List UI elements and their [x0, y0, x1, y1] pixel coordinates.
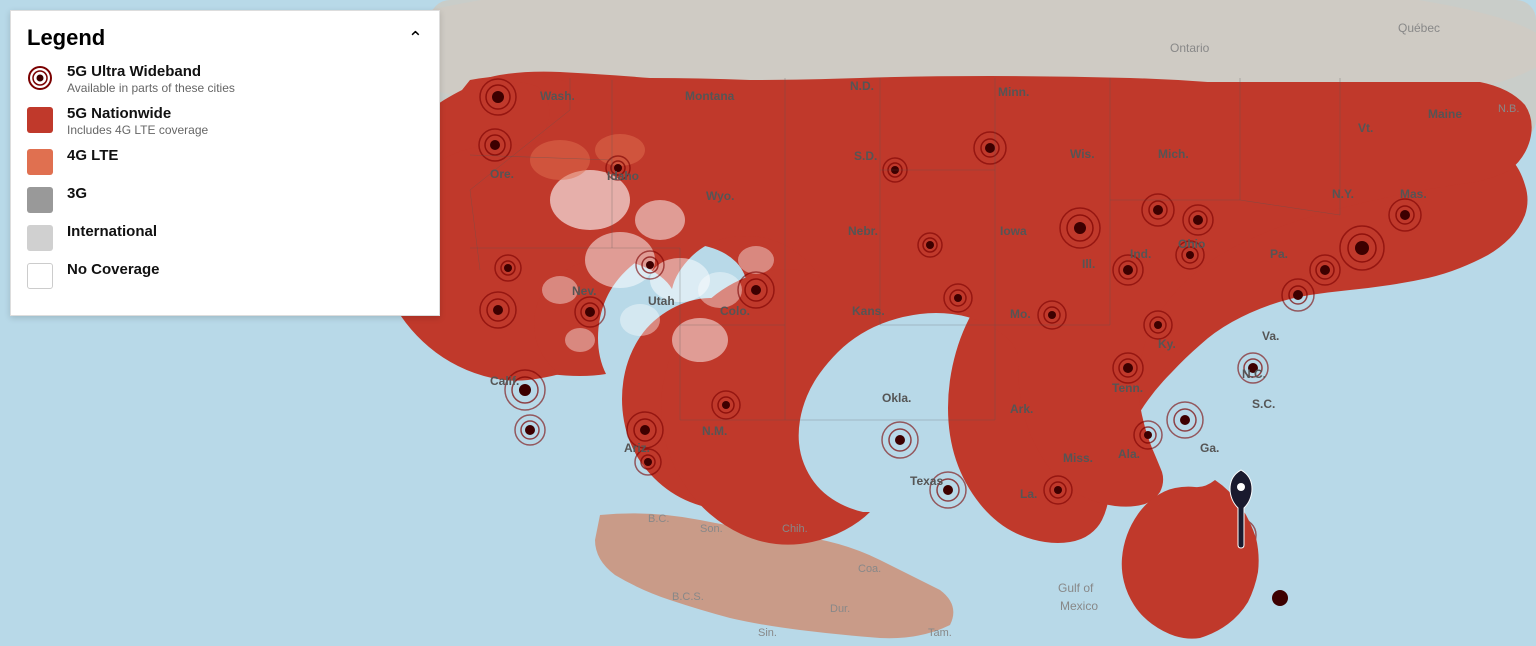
svg-text:Calif.: Calif. — [490, 374, 519, 388]
legend-label-intl: International — [67, 223, 157, 240]
svg-text:Coa.: Coa. — [858, 563, 881, 575]
svg-text:N.C.: N.C. — [1242, 367, 1266, 381]
svg-text:Tam.: Tam. — [928, 627, 952, 639]
legend-swatch-3g — [27, 187, 53, 213]
legend-swatch-intl — [27, 225, 53, 251]
svg-text:Québec: Québec — [1398, 21, 1440, 35]
svg-text:Mas.: Mas. — [1400, 187, 1427, 201]
svg-text:S.C.: S.C. — [1252, 397, 1275, 411]
legend-text-4glte: 4G LTE — [67, 147, 118, 164]
svg-text:Miss.: Miss. — [1063, 451, 1093, 465]
legend-label-3g: 3G — [67, 185, 87, 202]
svg-text:Chih.: Chih. — [782, 523, 808, 535]
legend-swatch-5gnw — [27, 107, 53, 133]
svg-text:Utah: Utah — [648, 294, 675, 308]
svg-text:Maine: Maine — [1428, 107, 1462, 121]
legend-text-uwb: 5G Ultra Wideband Available in parts of … — [67, 63, 235, 95]
legend-label-nocov: No Coverage — [67, 261, 160, 278]
svg-text:Pa.: Pa. — [1270, 247, 1288, 261]
svg-text:Wis.: Wis. — [1070, 147, 1095, 161]
svg-text:Minn.: Minn. — [998, 85, 1029, 99]
svg-text:Ariz.: Ariz. — [624, 441, 650, 455]
legend-label-4glte: 4G LTE — [67, 147, 118, 164]
svg-text:Mo.: Mo. — [1010, 307, 1031, 321]
svg-text:Mexico: Mexico — [1060, 599, 1098, 613]
svg-text:Nev.: Nev. — [572, 284, 596, 298]
legend-label-5gnw: 5G Nationwide — [67, 105, 208, 122]
svg-text:Ill.: Ill. — [1082, 257, 1095, 271]
legend-swatch-uwb — [27, 65, 53, 91]
svg-text:Ohio: Ohio — [1178, 237, 1205, 251]
svg-text:B.C.: B.C. — [648, 513, 669, 525]
svg-text:Dur.: Dur. — [830, 603, 850, 615]
legend-header: Legend ⌃ — [27, 25, 423, 51]
svg-text:Tenn.: Tenn. — [1112, 381, 1143, 395]
legend-text-3g: 3G — [67, 185, 87, 202]
svg-text:Vt.: Vt. — [1358, 121, 1373, 135]
svg-text:N.Y.: N.Y. — [1332, 187, 1354, 201]
svg-text:Wash.: Wash. — [540, 89, 575, 103]
svg-text:S.D.: S.D. — [854, 149, 877, 163]
svg-text:Colo.: Colo. — [720, 304, 750, 318]
svg-text:Montana: Montana — [685, 89, 735, 103]
svg-text:N.B.: N.B. — [1498, 103, 1519, 115]
map-container: Wash. Ore. Calif. Idaho Nev. Utah Ariz. … — [0, 0, 1536, 646]
svg-text:N.M.: N.M. — [702, 424, 727, 438]
legend-item-intl: International — [27, 223, 423, 251]
svg-text:Ore.: Ore. — [490, 167, 514, 181]
legend-collapse-button[interactable]: ⌃ — [408, 28, 423, 49]
svg-text:Sin.: Sin. — [758, 627, 777, 639]
svg-text:Son.: Son. — [700, 523, 723, 535]
legend-item-4glte: 4G LTE — [27, 147, 423, 175]
legend-sub-uwb: Available in parts of these cities — [67, 81, 235, 95]
svg-text:Okla.: Okla. — [882, 391, 911, 405]
svg-text:La.: La. — [1020, 487, 1037, 501]
svg-text:Ind.: Ind. — [1130, 247, 1151, 261]
legend-sub-5gnw: Includes 4G LTE coverage — [67, 123, 208, 137]
legend-title: Legend — [27, 25, 105, 51]
legend-item-3g: 3G — [27, 185, 423, 213]
legend-swatch-nocov — [27, 263, 53, 289]
svg-text:Idaho: Idaho — [607, 169, 639, 183]
legend-text-nocov: No Coverage — [67, 261, 160, 278]
svg-text:Wyo.: Wyo. — [706, 189, 734, 203]
legend-item-nocov: No Coverage — [27, 261, 423, 289]
svg-text:Ala.: Ala. — [1118, 447, 1140, 461]
svg-text:Kans.: Kans. — [852, 304, 885, 318]
svg-text:Mich.: Mich. — [1158, 147, 1189, 161]
svg-text:Va.: Va. — [1262, 329, 1279, 343]
legend-item-uwb: 5G Ultra Wideband Available in parts of … — [27, 63, 423, 95]
svg-text:Texas: Texas — [910, 474, 943, 488]
legend-swatch-4glte — [27, 149, 53, 175]
svg-text:Ontario: Ontario — [1170, 41, 1210, 55]
svg-text:Gulf of: Gulf of — [1058, 581, 1094, 595]
legend-item-5gnw: 5G Nationwide Includes 4G LTE coverage — [27, 105, 423, 137]
legend-text-intl: International — [67, 223, 157, 240]
svg-text:B.C.S.: B.C.S. — [672, 591, 704, 603]
svg-text:Iowa: Iowa — [1000, 224, 1027, 238]
svg-text:Ky.: Ky. — [1158, 337, 1176, 351]
svg-text:N.D.: N.D. — [850, 79, 874, 93]
legend-text-5gnw: 5G Nationwide Includes 4G LTE coverage — [67, 105, 208, 137]
svg-text:Ark.: Ark. — [1010, 402, 1033, 416]
svg-text:Nebr.: Nebr. — [848, 224, 878, 238]
svg-text:Ga.: Ga. — [1200, 441, 1219, 455]
legend-label-uwb: 5G Ultra Wideband — [67, 63, 235, 80]
legend-panel: Legend ⌃ 5G Ultra Wideband Available in … — [10, 10, 440, 316]
